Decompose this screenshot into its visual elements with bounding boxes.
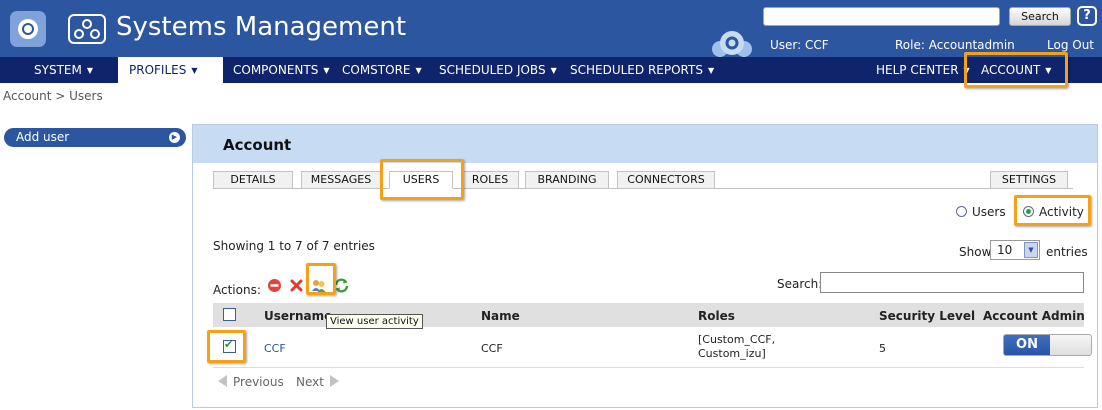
column-security-level[interactable]: Security Level — [879, 309, 975, 323]
panel-title: Account — [223, 136, 292, 154]
show-label: Show — [959, 245, 992, 259]
network-icon — [68, 14, 106, 44]
panel-header: Account — [193, 125, 1097, 163]
page-size-select[interactable]: 10 ▼ — [990, 240, 1040, 260]
tab-connectors[interactable]: CONNECTORS — [617, 171, 715, 189]
tab-users[interactable]: USERS — [389, 171, 453, 189]
pager-next[interactable]: Next — [296, 375, 339, 389]
radio-activity[interactable]: Activity — [1023, 205, 1084, 219]
nav-scheduled-jobs[interactable]: SCHEDULED JOBS ▼ — [433, 57, 563, 83]
nav-system[interactable]: SYSTEM ▼ — [28, 57, 99, 83]
account-admin-toggle[interactable]: ON — [1003, 334, 1092, 356]
user-roles-line2: Custom_izu] — [698, 347, 766, 360]
app-header: Systems Management Search ? User: CCF Ro… — [0, 0, 1102, 57]
app-title: Systems Management — [116, 12, 407, 42]
toggle-on-label: ON — [1004, 335, 1050, 355]
arrow-left-icon — [218, 375, 227, 387]
tab-roles[interactable]: ROLES — [461, 171, 519, 189]
global-search-input[interactable] — [763, 7, 1000, 26]
current-role: Role: Accountadmin — [895, 38, 1015, 52]
security-level: 5 — [879, 342, 886, 355]
arrow-right-icon — [329, 375, 339, 387]
tab-settings[interactable]: SETTINGS — [990, 171, 1068, 189]
view-activity-icon[interactable] — [311, 278, 326, 293]
account-panel: Account DETAILS MESSAGES USERS ROLES BRA… — [192, 124, 1098, 408]
select-all-checkbox[interactable] — [223, 308, 236, 321]
global-search-button[interactable]: Search — [1009, 7, 1071, 26]
breadcrumb: Account > Users — [3, 89, 103, 103]
table-row[interactable]: CCF CCF [Custom_CCF, Custom_izu] 5 ON — [213, 328, 1092, 368]
tab-branding[interactable]: BRANDING — [525, 171, 609, 189]
row-checkbox[interactable] — [223, 338, 236, 353]
nav-profiles[interactable]: PROFILES ▼ — [118, 57, 223, 83]
tab-details[interactable]: DETAILS — [213, 171, 293, 189]
actions-label: Actions: — [213, 283, 261, 297]
column-roles[interactable]: Roles — [698, 309, 735, 323]
refresh-icon[interactable] — [334, 278, 349, 293]
help-icon[interactable]: ? — [1077, 6, 1097, 26]
nav-comstore[interactable]: COMSTORE ▼ — [336, 57, 428, 83]
tab-messages[interactable]: MESSAGES — [301, 171, 381, 189]
nav-help-center[interactable]: HELP CENTER ▼ — [870, 57, 976, 83]
current-user: User: CCF — [770, 38, 829, 52]
chevron-down-icon: ▼ — [1024, 242, 1038, 258]
add-user-button[interactable]: Add user ▶ — [4, 128, 186, 147]
entries-info: Showing 1 to 7 of 7 entries — [213, 239, 375, 253]
cloud-icon — [712, 31, 752, 57]
remove-icon[interactable] — [267, 278, 282, 293]
column-account-admin[interactable]: Account Admin — [983, 309, 1085, 323]
column-username[interactable]: Username — [264, 309, 332, 323]
user-roles-line1: [Custom_CCF, — [698, 333, 776, 346]
arrow-right-icon: ▶ — [169, 132, 180, 143]
nav-components[interactable]: COMPONENTS ▼ — [227, 57, 336, 83]
entries-label: entries — [1046, 245, 1088, 259]
nav-account[interactable]: ACCOUNT ▼ — [975, 57, 1057, 83]
main-nav: SYSTEM ▼ PROFILES ▼ COMPONENTS ▼ COMSTORE ▼ … — [0, 57, 1102, 83]
table-search-label: Search: — [777, 277, 823, 291]
radio-users[interactable]: Users — [956, 205, 1006, 219]
view-activity-tooltip: View user activity — [326, 314, 423, 329]
column-name[interactable]: Name — [481, 309, 520, 323]
logout-link[interactable]: Log Out — [1047, 38, 1094, 52]
app-logo-icon[interactable] — [10, 11, 46, 47]
username-link[interactable]: CCF — [264, 342, 286, 355]
delete-icon[interactable] — [289, 278, 304, 293]
nav-scheduled-reports[interactable]: SCHEDULED REPORTS ▼ — [564, 57, 720, 83]
pager-previous[interactable]: Previous — [218, 375, 284, 389]
table-search-input[interactable] — [820, 272, 1084, 293]
user-name: CCF — [481, 342, 503, 355]
